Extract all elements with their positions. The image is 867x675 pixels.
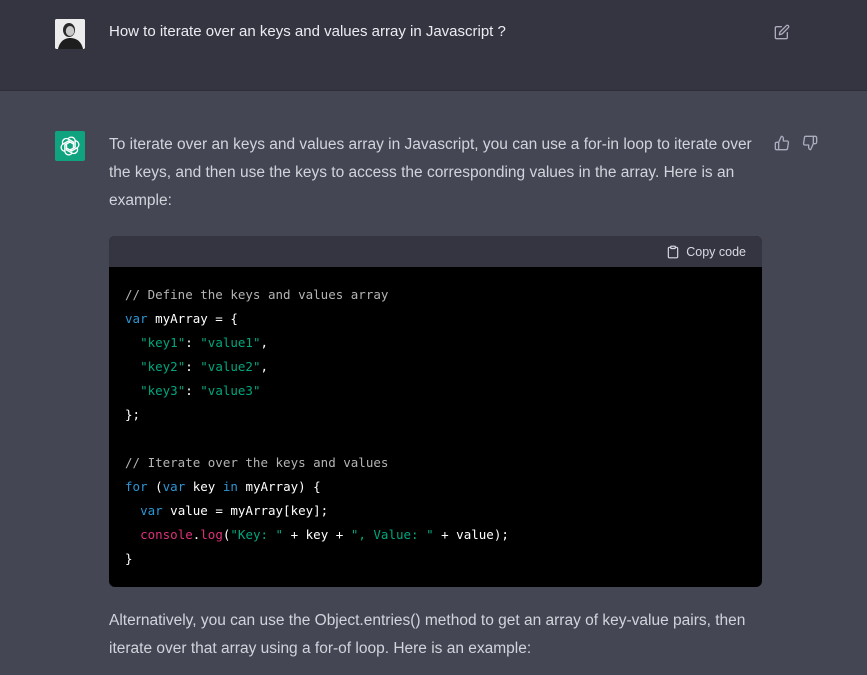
code-token: "value3"	[200, 383, 261, 398]
code-token: :	[185, 383, 201, 398]
code-token: for	[125, 479, 148, 494]
code-token: ,	[260, 335, 269, 350]
code-token: console	[140, 527, 193, 542]
code-token: "value1"	[200, 335, 261, 350]
code-token: :	[185, 359, 201, 374]
code-token: var	[140, 503, 163, 518]
code-line: console.log("Key: " + key + ", Value: " …	[125, 523, 746, 547]
code-token: + value);	[433, 527, 509, 542]
code-token: "key3"	[140, 383, 186, 398]
code-line: var value = myArray[key];	[125, 499, 746, 523]
code-line: };	[125, 403, 746, 427]
edit-icon	[774, 24, 790, 40]
code-token: value = myArray[key];	[162, 503, 329, 518]
code-block: Copy code // Define the keys and values …	[109, 236, 762, 587]
copy-code-label: Copy code	[686, 244, 746, 259]
code-block-header: Copy code	[109, 236, 762, 267]
assistant-avatar	[55, 131, 85, 161]
code-line: "key2": "value2",	[125, 355, 746, 379]
code-token: :	[185, 335, 201, 350]
code-token: "value2"	[200, 359, 261, 374]
code-line: // Define the keys and values array	[125, 283, 746, 307]
clipboard-icon	[667, 245, 679, 258]
copy-code-button[interactable]: Copy code	[666, 236, 746, 267]
code-line: var myArray = {	[125, 307, 746, 331]
code-token: // Define the keys and values array	[125, 287, 389, 302]
code-token: "key1"	[140, 335, 186, 350]
user-message-text: How to iterate over an keys and values a…	[109, 23, 506, 40]
code-token: in	[222, 479, 238, 494]
code-line: for (var key in myArray) {	[125, 475, 746, 499]
openai-logo-icon	[60, 136, 80, 156]
code-token: + key +	[283, 527, 351, 542]
assistant-intro-paragraph: To iterate over an keys and values array…	[109, 136, 752, 209]
code-token: }	[125, 551, 133, 566]
code-token: "Key: "	[230, 527, 284, 542]
code-line: "key3": "value3"	[125, 379, 746, 403]
code-token: // Iterate over the keys and values	[125, 455, 389, 470]
code-token: (	[147, 479, 163, 494]
code-line: // Iterate over the keys and values	[125, 451, 746, 475]
code-line: }	[125, 547, 746, 571]
thumbs-up-icon	[774, 135, 790, 151]
thumbs-down-button[interactable]	[800, 133, 820, 153]
code-token: myArray) {	[237, 479, 321, 494]
thumbs-down-icon	[802, 135, 818, 151]
code-token: var	[162, 479, 186, 494]
code-token: var	[125, 311, 148, 326]
code-token: };	[125, 407, 141, 422]
assistant-followup-paragraph: Alternatively, you can use the Object.en…	[109, 612, 746, 657]
edit-message-button[interactable]	[772, 22, 792, 42]
code-token: myArray = {	[147, 311, 238, 326]
code-token: key	[185, 479, 223, 494]
code-token: log	[200, 527, 223, 542]
thumbs-up-button[interactable]	[772, 133, 792, 153]
user-avatar	[55, 19, 85, 49]
user-message-row: How to iterate over an keys and values a…	[0, 0, 867, 91]
code-token: ,	[260, 359, 269, 374]
code-token: "key2"	[140, 359, 186, 374]
code-line: "key1": "value1",	[125, 331, 746, 355]
code-content: // Define the keys and values array var m…	[109, 267, 762, 587]
code-token: ", Value: "	[350, 527, 434, 542]
